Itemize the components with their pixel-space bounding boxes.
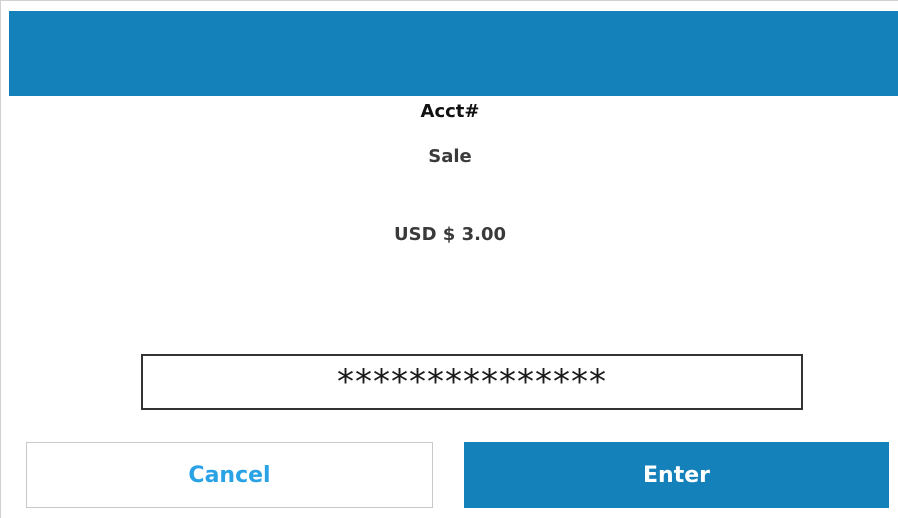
transaction-amount: USD $ 3.00 bbox=[394, 224, 506, 245]
cancel-button[interactable]: Cancel bbox=[26, 442, 433, 508]
payment-terminal-screen: Acct# Sale USD $ 3.00 Cancel Enter bbox=[0, 0, 898, 518]
transaction-type: Sale bbox=[428, 146, 472, 167]
account-number-input[interactable] bbox=[141, 354, 803, 410]
prompt-title: Acct# bbox=[420, 101, 480, 122]
header-bar bbox=[9, 11, 898, 96]
enter-button[interactable]: Enter bbox=[464, 442, 889, 508]
